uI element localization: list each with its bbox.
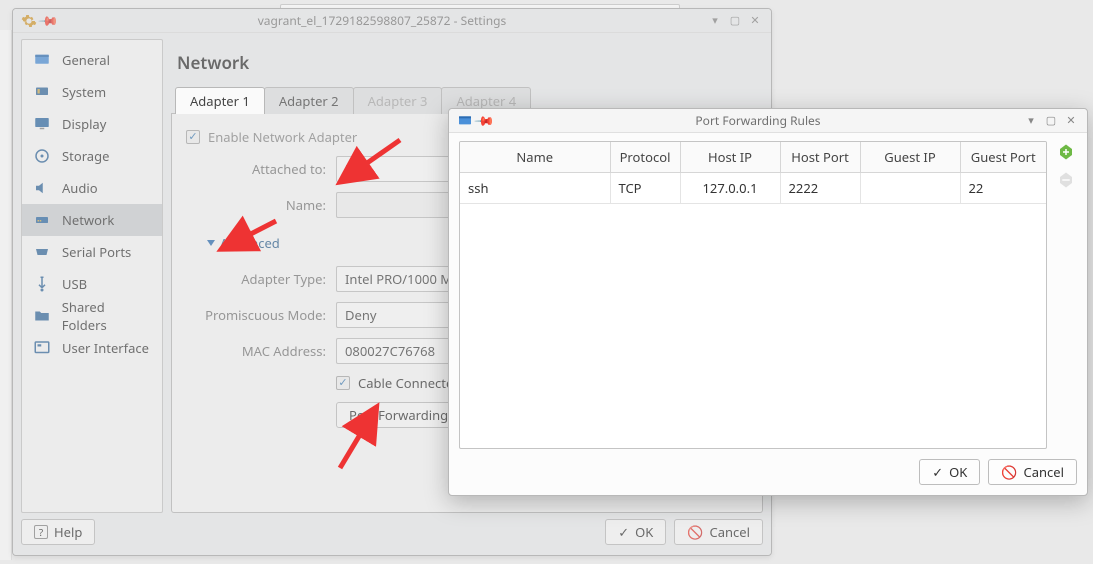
dialog-footer: ✓ OK 🚫 Cancel xyxy=(919,459,1077,485)
bg-panel-fragment xyxy=(0,30,12,560)
sidebar-label: Serial Ports xyxy=(62,243,131,261)
tab-adapter-3: Adapter 3 xyxy=(353,87,443,114)
settings-footer: ? Help ✓ OK 🚫 Cancel xyxy=(21,517,763,547)
sidebar-label: USB xyxy=(62,275,87,293)
maximize-button[interactable] xyxy=(1043,113,1059,129)
sidebar-label: Audio xyxy=(62,179,98,197)
serial-ports-icon xyxy=(32,242,52,262)
sidebar-item-network[interactable]: Network xyxy=(22,204,162,236)
audio-icon xyxy=(32,178,52,198)
titlebar[interactable]: 📌 vagrant_el_1729182598807_25872 - Setti… xyxy=(13,9,771,33)
sidebar-label: General xyxy=(62,51,110,69)
sidebar-label: Display xyxy=(62,115,106,133)
check-icon: ✓ xyxy=(932,463,943,481)
cable-connected-label: Cable Connected xyxy=(358,374,461,392)
help-icon: ? xyxy=(34,525,48,539)
shared-folders-icon xyxy=(32,306,52,326)
usb-icon xyxy=(32,274,52,294)
user-interface-icon xyxy=(32,338,52,358)
cancel-icon: 🚫 xyxy=(1001,463,1017,481)
col-guest-ip[interactable]: Guest IP xyxy=(860,142,960,173)
col-protocol[interactable]: Protocol xyxy=(610,142,680,173)
name-label: Name: xyxy=(186,196,336,214)
dialog-titlebar[interactable]: 📌 Port Forwarding Rules xyxy=(449,109,1087,133)
window-title: vagrant_el_1729182598807_25872 - Setting… xyxy=(59,12,705,29)
app-icon xyxy=(457,113,473,129)
general-icon xyxy=(32,50,52,70)
remove-rule-button[interactable] xyxy=(1055,169,1077,191)
page-title: Network xyxy=(177,51,763,74)
ok-button[interactable]: ✓ OK xyxy=(919,459,980,485)
display-icon xyxy=(32,114,52,134)
sidebar-item-general[interactable]: General xyxy=(22,44,162,76)
network-icon xyxy=(32,210,52,230)
checkbox-icon xyxy=(186,130,200,144)
pin-icon[interactable]: 📌 xyxy=(41,13,57,29)
port-forwarding-button[interactable]: Port Forwarding xyxy=(336,402,461,428)
minimize-button[interactable] xyxy=(707,13,723,29)
add-rule-button[interactable] xyxy=(1055,141,1077,163)
advanced-toggle[interactable]: Advanced xyxy=(208,234,280,252)
tab-adapter-1[interactable]: Adapter 1 xyxy=(175,87,265,114)
cancel-icon: 🚫 xyxy=(687,523,703,541)
cell-host-ip[interactable]: 127.0.0.1 xyxy=(680,173,780,204)
app-icon-gear xyxy=(21,13,37,29)
advanced-label: Advanced xyxy=(220,234,280,252)
cable-connected-checkbox[interactable]: Cable Connected xyxy=(336,374,461,392)
help-button[interactable]: ? Help xyxy=(21,519,95,545)
sidebar-item-storage[interactable]: Storage xyxy=(22,140,162,172)
disclosure-triangle-icon xyxy=(207,240,215,246)
sidebar-item-usb[interactable]: USB xyxy=(22,268,162,300)
pin-icon[interactable]: 📌 xyxy=(477,113,493,129)
rules-table: Name Protocol Host IP Host Port Guest IP… xyxy=(459,141,1047,449)
sidebar-item-system[interactable]: System xyxy=(22,76,162,108)
cancel-button[interactable]: 🚫 Cancel xyxy=(988,459,1077,485)
sidebar-item-serial-ports[interactable]: Serial Ports xyxy=(22,236,162,268)
sidebar-item-user-interface[interactable]: User Interface xyxy=(22,332,162,364)
promiscuous-label: Promiscuous Mode: xyxy=(186,306,336,324)
rule-buttons xyxy=(1055,141,1077,449)
close-button[interactable] xyxy=(747,13,763,29)
enable-adapter-checkbox[interactable]: Enable Network Adapter xyxy=(186,128,357,146)
cancel-button[interactable]: 🚫 Cancel xyxy=(674,519,763,545)
attached-to-label: Attached to: xyxy=(186,160,336,178)
cell-protocol[interactable]: TCP xyxy=(610,173,680,204)
adapter-type-label: Adapter Type: xyxy=(186,270,336,288)
checkbox-icon xyxy=(336,376,350,390)
cell-guest-ip[interactable] xyxy=(860,173,960,204)
sidebar-label: Shared Folders xyxy=(62,298,152,334)
maximize-button[interactable] xyxy=(727,13,743,29)
system-icon xyxy=(32,82,52,102)
sidebar-label: System xyxy=(62,83,106,101)
dialog-title: Port Forwarding Rules xyxy=(495,112,1021,129)
col-guest-port[interactable]: Guest Port xyxy=(960,142,1046,173)
tab-adapter-2[interactable]: Adapter 2 xyxy=(264,87,354,114)
minimize-button[interactable] xyxy=(1023,113,1039,129)
storage-icon xyxy=(32,146,52,166)
col-name[interactable]: Name xyxy=(460,142,610,173)
sidebar-label: Storage xyxy=(62,147,109,165)
sidebar-label: User Interface xyxy=(62,339,149,357)
sidebar-item-display[interactable]: Display xyxy=(22,108,162,140)
port-forwarding-dialog: 📌 Port Forwarding Rules Name Protocol Ho… xyxy=(448,108,1088,496)
sidebar-label: Network xyxy=(62,211,114,229)
cell-guest-port[interactable]: 22 xyxy=(960,173,1046,204)
close-button[interactable] xyxy=(1063,113,1079,129)
settings-sidebar: General System Display Storage Audio Net… xyxy=(21,39,163,513)
mac-label: MAC Address: xyxy=(186,342,336,360)
table-row[interactable]: ssh TCP 127.0.0.1 2222 22 xyxy=(460,173,1046,204)
check-icon: ✓ xyxy=(618,523,629,541)
cell-name[interactable]: ssh xyxy=(460,173,610,204)
ok-button[interactable]: ✓ OK xyxy=(605,519,666,545)
sidebar-item-audio[interactable]: Audio xyxy=(22,172,162,204)
col-host-port[interactable]: Host Port xyxy=(780,142,860,173)
col-host-ip[interactable]: Host IP xyxy=(680,142,780,173)
cell-host-port[interactable]: 2222 xyxy=(780,173,860,204)
enable-adapter-label: Enable Network Adapter xyxy=(208,128,357,146)
sidebar-item-shared-folders[interactable]: Shared Folders xyxy=(22,300,162,332)
